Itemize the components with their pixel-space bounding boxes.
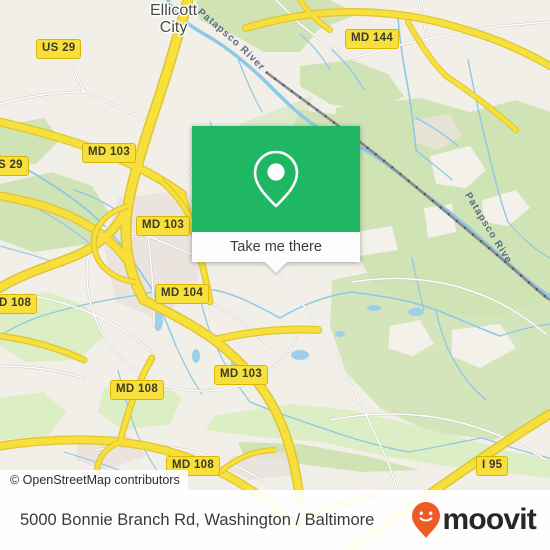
moovit-wordmark: moovit	[442, 503, 536, 536]
road-shield-md-108-mid: MD 108	[110, 380, 165, 400]
moovit-pin-smiley-icon	[412, 502, 441, 538]
popup-header	[192, 126, 360, 232]
road-shield-md-104: MD 104	[155, 284, 210, 304]
road-shield-md-103-upper: MD 103	[82, 143, 137, 163]
road-shield-md-108-left: D 108	[0, 294, 38, 314]
road-shield-md-103-mid: MD 103	[136, 216, 191, 236]
moovit-logo[interactable]: moovit	[411, 501, 537, 539]
road-shield-md-144: MD 144	[345, 29, 400, 49]
address-label: 5000 Bonnie Branch Rd, Washington / Balt…	[20, 510, 375, 529]
map-screenshot: Patapsco River Patapsco River Ellicott C…	[0, 0, 550, 550]
popup-action-bar[interactable]: Take me there	[192, 232, 360, 262]
location-popup-card[interactable]: Take me there	[192, 126, 360, 273]
map-pin-icon	[253, 150, 299, 208]
map-vector-layer: Patapsco River Patapsco River	[0, 0, 550, 550]
road-shield-us-29-left: S 29	[0, 156, 29, 176]
road-shield-i-95: I 95	[476, 456, 509, 476]
take-me-there-label: Take me there	[230, 239, 322, 255]
road-shield-md-103-right: MD 103	[214, 365, 269, 385]
osm-attribution[interactable]: © OpenStreetMap contributors	[0, 470, 188, 490]
popup-pointer-tail	[265, 262, 287, 273]
bottom-info-bar: 5000 Bonnie Branch Rd, Washington / Balt…	[0, 490, 550, 550]
road-shield-us-29-north: US 29	[36, 39, 82, 59]
attribution-text: © OpenStreetMap contributors	[10, 473, 180, 487]
map-canvas[interactable]: Patapsco River Patapsco River Ellicott C…	[0, 0, 550, 550]
